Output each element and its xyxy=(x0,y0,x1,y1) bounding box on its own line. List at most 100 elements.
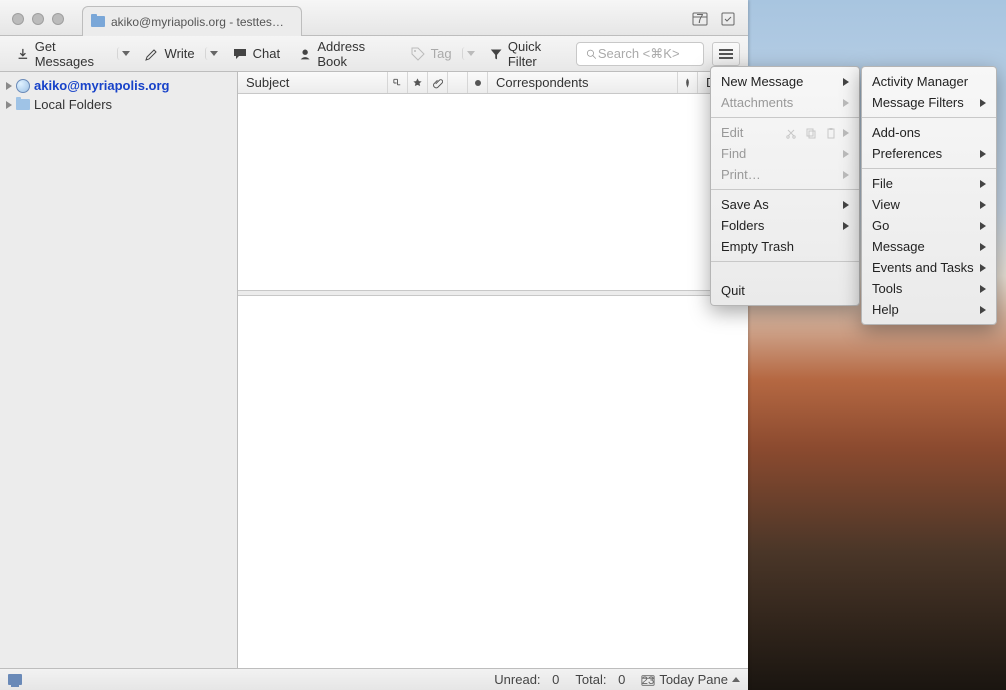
total-count: Total: 0 xyxy=(575,672,625,687)
message-preview xyxy=(238,296,748,668)
write-dropdown[interactable] xyxy=(205,47,222,60)
submenu-arrow-icon xyxy=(980,243,986,251)
mail-tab[interactable]: akiko@myriapolis.org - testtes… xyxy=(82,6,302,36)
submenu-arrow-icon xyxy=(980,306,986,314)
column-star-icon[interactable] xyxy=(408,72,428,93)
submenu-arrow-icon xyxy=(843,201,849,209)
submenu-arrow-icon xyxy=(843,171,849,179)
app-menu-button[interactable] xyxy=(712,42,740,66)
tasks-icon[interactable] xyxy=(720,11,736,27)
menu-find: Find xyxy=(711,143,859,164)
menu-separator xyxy=(862,117,996,118)
disclosure-icon[interactable] xyxy=(6,82,12,90)
quick-filter-label: Quick Filter xyxy=(508,39,567,69)
close-window-button[interactable] xyxy=(12,13,24,25)
chevron-up-icon xyxy=(732,677,740,682)
menu-go[interactable]: Go xyxy=(862,215,996,236)
address-book-button[interactable]: Address Book xyxy=(290,35,398,73)
svg-text:7: 7 xyxy=(696,11,703,26)
search-box[interactable] xyxy=(576,42,704,66)
maximize-window-button[interactable] xyxy=(52,13,64,25)
chevron-down-icon xyxy=(122,51,130,56)
message-list[interactable] xyxy=(238,94,748,290)
folder-icon xyxy=(16,99,30,110)
hamburger-icon xyxy=(719,53,733,55)
tag-button[interactable]: Tag xyxy=(402,42,460,66)
unread-count: Unread: 0 xyxy=(494,672,559,687)
title-bar: akiko@myriapolis.org - testtes… 7 xyxy=(0,0,748,36)
menu-edit: Edit xyxy=(711,122,859,143)
menu-quit[interactable]: Quit xyxy=(711,280,859,301)
account-label: akiko@myriapolis.org xyxy=(34,78,170,93)
get-messages-dropdown[interactable] xyxy=(117,47,134,60)
address-book-label: Address Book xyxy=(317,39,389,69)
submenu-arrow-icon xyxy=(980,150,986,158)
get-messages-button[interactable]: Get Messages xyxy=(8,35,115,73)
menu-folders[interactable]: Folders xyxy=(711,215,859,236)
submenu-arrow-icon xyxy=(980,180,986,188)
calendar-icon[interactable]: 7 xyxy=(692,11,708,27)
message-content-area: Subject Correspondents Date xyxy=(238,72,748,668)
menu-print: Print… xyxy=(711,164,859,185)
chat-button[interactable]: Chat xyxy=(224,42,288,66)
menu-help[interactable]: Help xyxy=(862,299,996,320)
tag-label: Tag xyxy=(431,46,452,61)
menu-new-message[interactable]: New Message xyxy=(711,71,859,92)
menu-activity-manager[interactable]: Activity Manager xyxy=(862,71,996,92)
menu-addons[interactable]: Add-ons xyxy=(862,122,996,143)
column-correspondents[interactable]: Correspondents xyxy=(488,72,678,93)
submenu-arrow-icon xyxy=(843,129,849,137)
submenu-arrow-icon xyxy=(980,222,986,230)
quick-filter-button[interactable]: Quick Filter xyxy=(481,35,575,73)
cut-icon xyxy=(785,127,797,139)
search-input[interactable] xyxy=(598,46,695,61)
calendar-icon: 23 xyxy=(641,673,655,687)
write-label: Write xyxy=(165,46,195,61)
submenu-arrow-icon xyxy=(843,78,849,86)
paste-icon xyxy=(825,127,837,139)
submenu-arrow-icon xyxy=(980,264,986,272)
menu-separator xyxy=(862,168,996,169)
menu-empty-trash[interactable]: Empty Trash xyxy=(711,236,859,257)
menu-save-as[interactable]: Save As xyxy=(711,194,859,215)
account-tree-item[interactable]: akiko@myriapolis.org xyxy=(0,76,237,95)
folder-icon xyxy=(91,16,105,27)
globe-icon xyxy=(16,79,30,93)
menu-separator xyxy=(711,189,859,190)
column-read-icon[interactable] xyxy=(468,72,488,93)
write-button[interactable]: Write xyxy=(136,42,203,66)
minimize-window-button[interactable] xyxy=(32,13,44,25)
chat-label: Chat xyxy=(253,46,280,61)
column-subject[interactable]: Subject xyxy=(238,72,388,93)
menu-events-tasks[interactable]: Events and Tasks xyxy=(862,257,996,278)
column-attachment-icon[interactable] xyxy=(428,72,448,93)
menu-tools[interactable]: Tools xyxy=(862,278,996,299)
online-status-icon[interactable] xyxy=(8,674,22,685)
mail-window: akiko@myriapolis.org - testtes… 7 Get Me… xyxy=(0,0,748,690)
window-controls xyxy=(0,13,64,35)
tab-title: akiko@myriapolis.org - testtes… xyxy=(111,15,284,29)
status-bar: Unread: 0 Total: 0 23 Today Pane xyxy=(0,668,748,690)
submenu-arrow-icon xyxy=(980,99,986,107)
chevron-down-icon xyxy=(467,51,475,56)
local-folders-label: Local Folders xyxy=(34,97,112,112)
menu-message[interactable]: Message xyxy=(862,236,996,257)
main-area: akiko@myriapolis.org Local Folders Subje… xyxy=(0,72,748,668)
app-menu-popup: New Message Attachments Edit Find Print…… xyxy=(710,66,860,306)
svg-text:23: 23 xyxy=(642,674,655,686)
chevron-down-icon xyxy=(210,51,218,56)
today-pane-button[interactable]: 23 Today Pane xyxy=(641,672,740,687)
tag-dropdown[interactable] xyxy=(462,47,479,60)
disclosure-icon[interactable] xyxy=(6,101,12,109)
submenu-arrow-icon xyxy=(843,150,849,158)
local-folders-tree-item[interactable]: Local Folders xyxy=(0,95,237,114)
folder-sidebar: akiko@myriapolis.org Local Folders xyxy=(0,72,238,668)
menu-view[interactable]: View xyxy=(862,194,996,215)
menu-separator xyxy=(711,261,859,262)
column-junk-icon[interactable] xyxy=(678,72,698,93)
menu-file[interactable]: File xyxy=(862,173,996,194)
menu-preferences[interactable]: Preferences xyxy=(862,143,996,164)
get-messages-label: Get Messages xyxy=(35,39,107,69)
menu-message-filters[interactable]: Message Filters xyxy=(862,92,996,113)
column-thread-icon[interactable] xyxy=(388,72,408,93)
